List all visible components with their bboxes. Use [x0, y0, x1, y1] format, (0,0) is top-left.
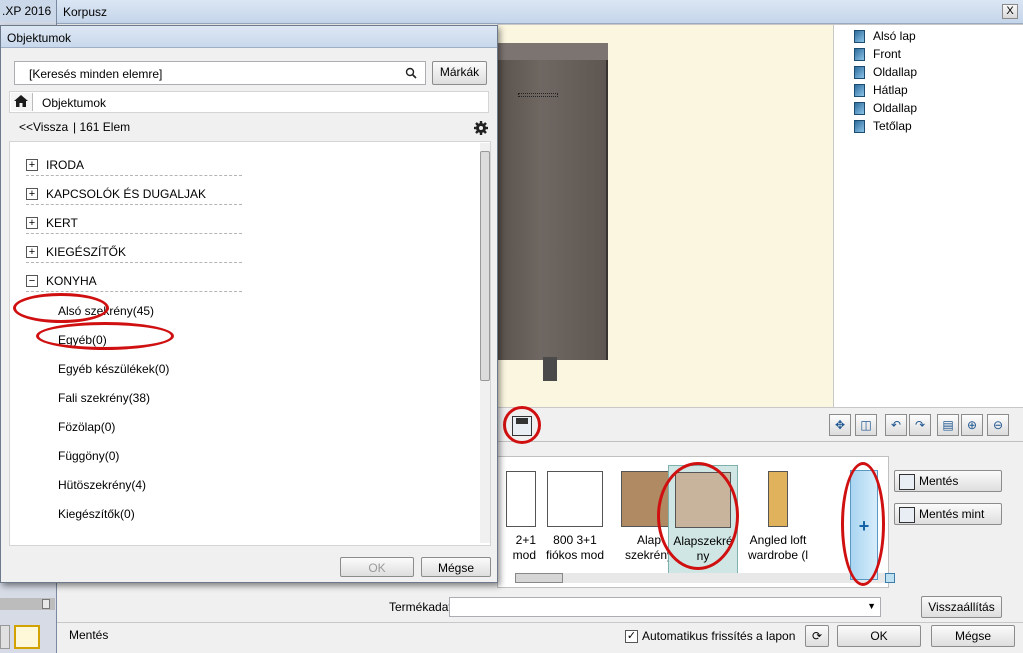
objects-titlebar: Objektumok: [1, 26, 497, 48]
3d-viewport[interactable]: [497, 24, 889, 408]
part-item[interactable]: Tetőlap: [854, 117, 912, 135]
background-selected-thumbnail[interactable]: [14, 625, 40, 649]
checkbox[interactable]: ✓: [625, 629, 638, 643]
tree-subitem[interactable]: Függöny(0): [58, 449, 119, 467]
undo-icon[interactable]: ↶: [885, 414, 907, 436]
product-data-select[interactable]: ▼: [449, 597, 881, 617]
part-item[interactable]: Oldallap: [854, 99, 917, 117]
wardrobe-thumbnail: [768, 471, 788, 527]
auto-refresh-checkbox[interactable]: ✓ Automatikus frissítés a lapon: [625, 629, 795, 643]
thumbnail-item[interactable]: Angled loft wardrobe (l: [740, 465, 816, 575]
search-input[interactable]: [Keresés minden elemre]: [29, 67, 162, 81]
objects-dialog: Objektumok [Keresés minden elemre] Márká…: [0, 25, 498, 583]
korpusz-titlebar: Korpusz X: [57, 0, 1023, 24]
expand-icon[interactable]: +: [26, 187, 38, 200]
part-item[interactable]: Front: [854, 45, 901, 63]
gear-icon[interactable]: [473, 120, 489, 136]
background-scrollbar[interactable]: [0, 598, 55, 610]
breadcrumb-item[interactable]: Objektumok: [42, 96, 106, 110]
panel-icon: [854, 119, 865, 133]
korpusz-title: Korpusz: [63, 5, 108, 19]
tree-subitem[interactable]: Egyéb készülékek(0): [58, 362, 169, 380]
floppy-icon: [899, 506, 915, 523]
parts-list: Alsó lap Front Oldallap Hátlap Oldallap …: [833, 24, 1023, 408]
breadcrumb: Objektumok: [9, 91, 489, 113]
objects-title: Objektumok: [7, 31, 72, 45]
zoom-in-icon[interactable]: ⊕: [961, 414, 983, 436]
save-highlight-circle: [503, 406, 541, 444]
expand-icon[interactable]: +: [26, 158, 38, 171]
drawer-cabinet-thumbnail: [506, 471, 536, 527]
tree-category[interactable]: + KIEGÉSZÍTŐK: [26, 241, 242, 263]
cancel-button[interactable]: Mégse: [421, 557, 491, 577]
tree-category[interactable]: + IRODA: [26, 154, 242, 176]
collapse-icon[interactable]: −: [26, 274, 38, 287]
search-icon[interactable]: [405, 67, 417, 79]
thumbnail-highlight-circle: [657, 462, 739, 570]
panel-icon: [854, 29, 865, 43]
panel-icon: [854, 101, 865, 115]
panel-icon: [854, 65, 865, 79]
konyha-highlight-circle: [13, 293, 109, 323]
part-item[interactable]: Alsó lap: [854, 27, 916, 45]
refresh-icon: ⟳: [811, 629, 823, 643]
back-link[interactable]: <<Vissza: [19, 120, 68, 134]
part-item[interactable]: Oldallap: [854, 63, 917, 81]
product-data-label: Termékadat: [389, 600, 452, 614]
move-icon[interactable]: ✥: [829, 414, 851, 436]
auto-refresh-label: Automatikus frissítés a lapon: [642, 629, 796, 643]
cabinet-render: [498, 60, 608, 360]
part-item[interactable]: Hátlap: [854, 81, 908, 99]
zoom-out-icon[interactable]: ⊖: [987, 414, 1009, 436]
divider: [57, 622, 1023, 623]
tree-category[interactable]: + KAPCSOLÓK ÉS DUGALJAK: [26, 183, 242, 205]
tree-subitem[interactable]: Fözölap(0): [58, 420, 115, 438]
panel-icon: [854, 47, 865, 61]
redo-icon[interactable]: ↷: [909, 414, 931, 436]
cabinet-handle-render: [518, 93, 558, 97]
ok-button[interactable]: OK: [837, 625, 921, 647]
panel-icon: [854, 83, 865, 97]
thumbnail-item[interactable]: 2+1 mod: [502, 465, 536, 575]
thumbnail-item[interactable]: 800 3+1 fiókos mod: [540, 465, 610, 575]
refresh-button[interactable]: ⟳: [805, 625, 829, 647]
cube-icon[interactable]: ◫: [855, 414, 877, 436]
add-highlight-circle: [841, 462, 885, 586]
close-button[interactable]: X: [1002, 4, 1018, 19]
floppy-icon: [899, 473, 915, 490]
tree-subitem[interactable]: Fali szekrény(38): [58, 391, 150, 409]
status-label: Mentés: [69, 628, 109, 642]
reset-button[interactable]: Visszaállítás: [921, 596, 1002, 618]
tree-scrollbar[interactable]: [480, 143, 490, 543]
save-as-button[interactable]: Mentés mint: [894, 503, 1002, 525]
expand-icon[interactable]: +: [26, 245, 38, 258]
tree-subitem[interactable]: Hütöszekrény(4): [58, 478, 146, 496]
tree-subitem[interactable]: Kiegészítők(0): [58, 507, 135, 525]
brands-button[interactable]: Márkák: [432, 61, 487, 85]
chevron-down-icon: ▼: [867, 601, 876, 611]
tree-category-expanded[interactable]: − KONYHA: [26, 270, 242, 292]
cancel-button[interactable]: Mégse: [931, 625, 1015, 647]
tree-category[interactable]: + KERT: [26, 212, 242, 234]
expand-icon[interactable]: +: [26, 216, 38, 229]
background-app-title: .XP 2016 -: [0, 0, 60, 32]
search-field[interactable]: [Keresés minden elemre]: [14, 61, 426, 85]
item-count: | 161 Elem: [73, 120, 131, 134]
drawer-cabinet-thumbnail: [547, 471, 603, 527]
thumbnail-scrollbar[interactable]: [515, 573, 895, 583]
save-button[interactable]: Mentés: [894, 470, 1002, 492]
background-thumbnail[interactable]: [0, 625, 10, 649]
ok-button[interactable]: OK: [340, 557, 414, 577]
home-icon[interactable]: [11, 93, 33, 111]
subitem-highlight-circle: [36, 322, 174, 350]
view-toolbar: ✥ ◫ ↶ ↷ ▤ ⊕ ⊖: [497, 408, 1023, 442]
properties-icon[interactable]: ▤: [937, 414, 959, 436]
cabinet-leg-render: [543, 357, 557, 381]
